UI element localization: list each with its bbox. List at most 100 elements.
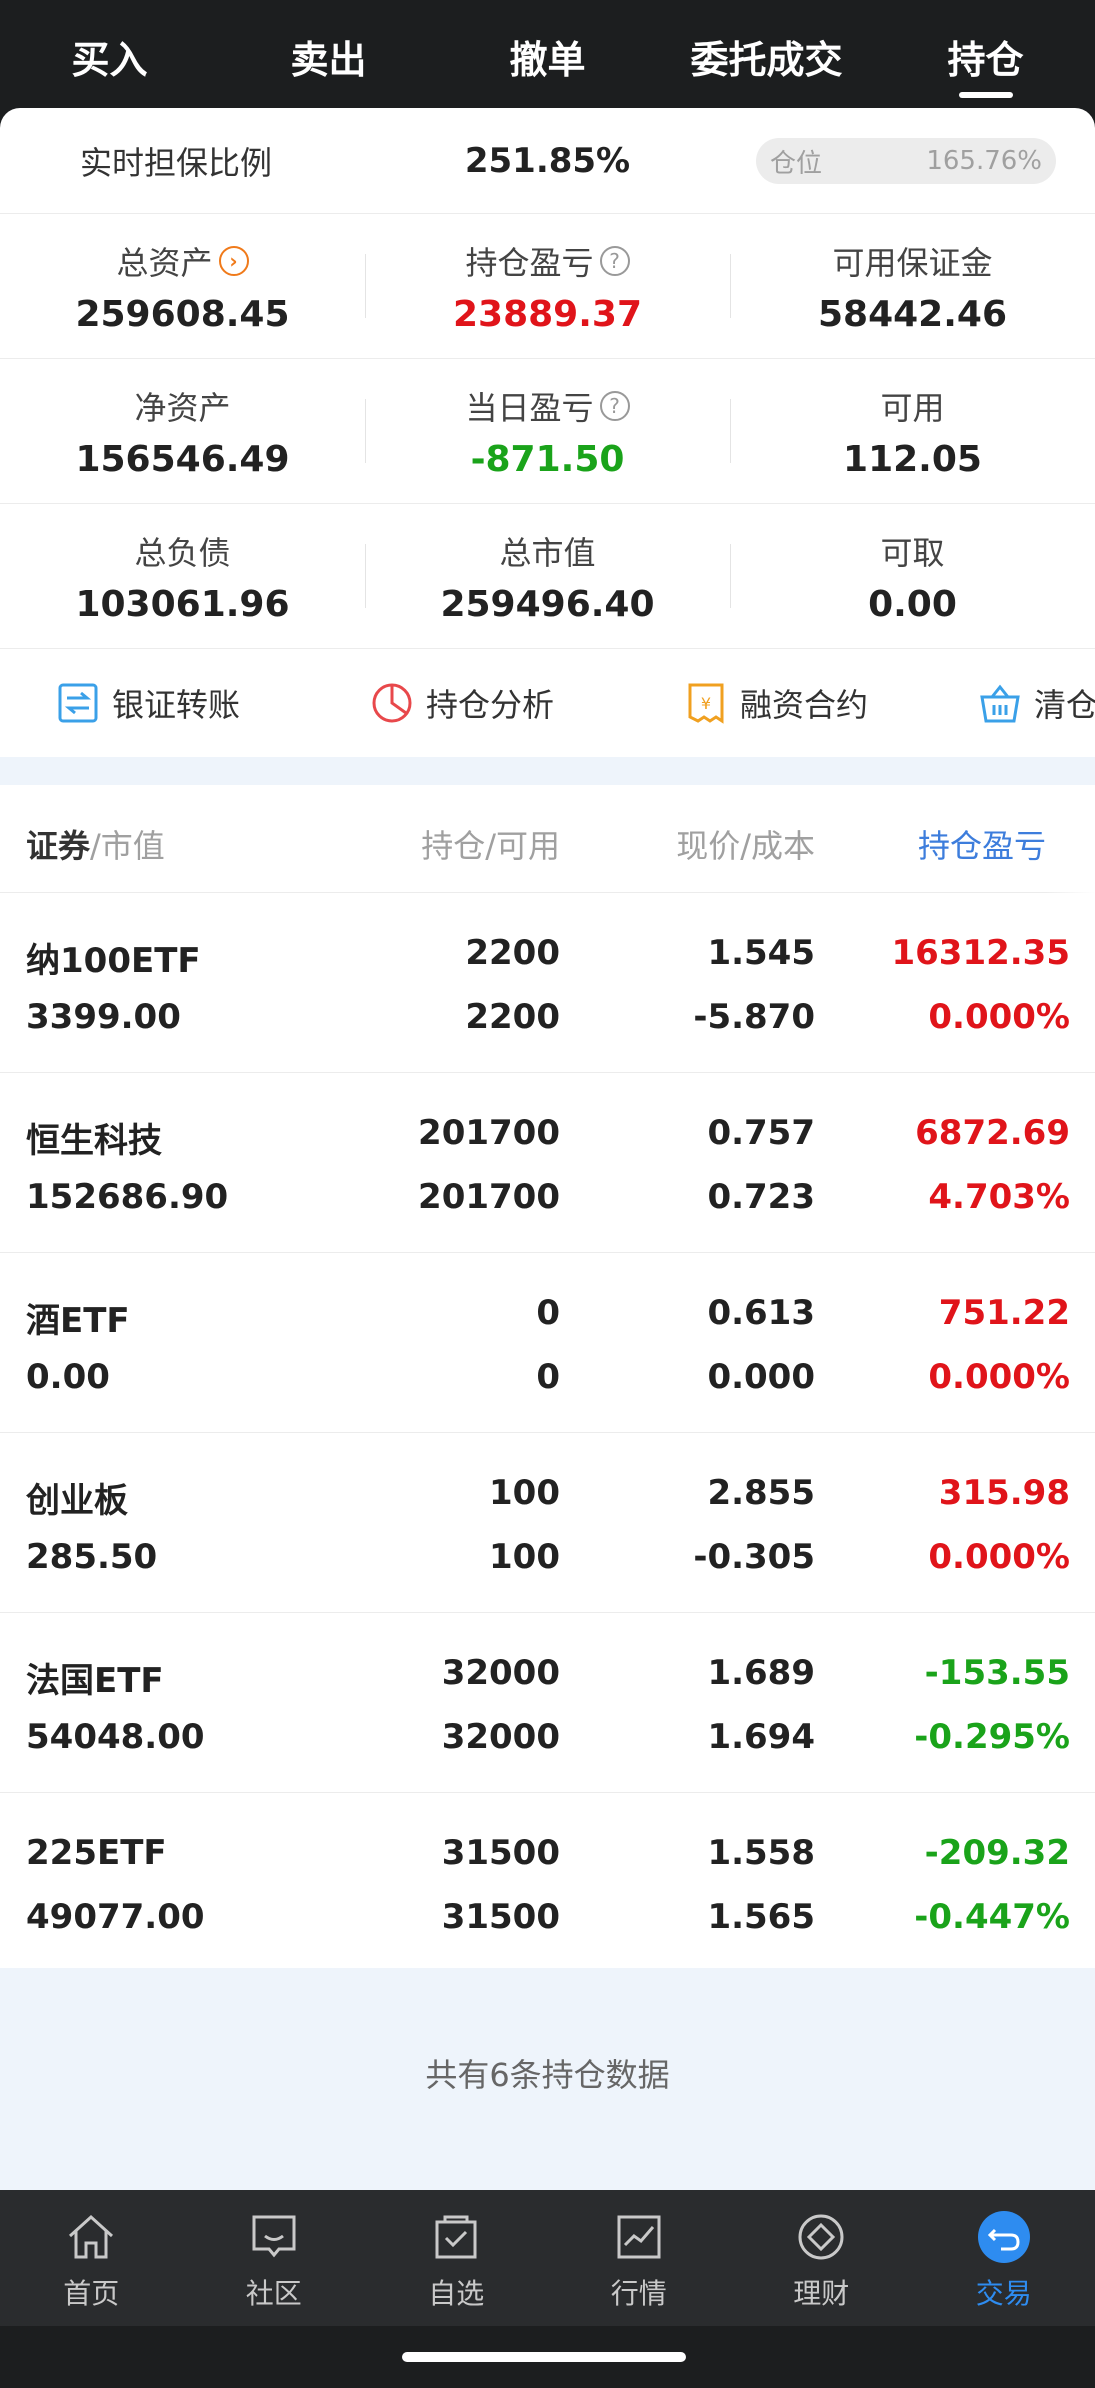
daily-pnl-value: -871.50 [470, 438, 625, 480]
chevron-right-circle-icon[interactable]: › [218, 245, 249, 276]
transfer-icon [58, 683, 98, 723]
holding-qty: 32000 [441, 1653, 560, 1693]
available-margin-cell: 可用保证金 58442.46 [730, 214, 1095, 358]
position-pnl: 315.98 [938, 1473, 1070, 1513]
nav-trade[interactable]: 交易 [913, 2190, 1095, 2326]
total-market-value-cell: 总市值 259496.40 [365, 504, 730, 648]
table-row[interactable]: 创业板 285.50 100 100 2.855 -0.305 315.98 0… [0, 1433, 1095, 1613]
position-pnl-pct: -0.447% [914, 1897, 1070, 1937]
nav-market[interactable]: 行情 [548, 2190, 731, 2326]
available-cash-value: 112.05 [843, 438, 982, 480]
position-ratio-label: 仓位 [770, 148, 823, 179]
quick-actions-bar: 银证转账 持仓分析 ¥ 融资合约 清仓 [0, 649, 1095, 757]
security-name: 酒ETF [26, 1301, 130, 1341]
table-row[interactable]: 酒ETF 0.00 0 0 0.613 0.000 751.22 0.000% [0, 1253, 1095, 1433]
security-name: 法国ETF [26, 1661, 164, 1701]
net-assets-value: 156546.49 [75, 438, 290, 480]
net-assets-cell: 净资产 156546.49 [0, 359, 365, 503]
nav-wealth[interactable]: 理财 [730, 2190, 913, 2326]
nav-community[interactable]: 社区 [183, 2190, 366, 2326]
header-price-cost[interactable]: 现价/成本 [676, 821, 815, 867]
holding-qty: 2200 [465, 933, 560, 973]
nav-home[interactable]: 首页 [0, 2190, 183, 2326]
clear-position-button[interactable]: 清仓 [978, 680, 1095, 726]
security-name: 225ETF [26, 1833, 167, 1873]
available-qty: 100 [489, 1537, 560, 1577]
asset-stats-row: 净资产 156546.49 当日盈亏 ? -871.50 可用 112.05 [0, 359, 1095, 504]
position-pnl-pct: -0.295% [914, 1717, 1070, 1757]
position-pnl: -209.32 [924, 1833, 1070, 1873]
total-assets-label: 总资产 [116, 243, 213, 282]
net-assets-label: 净资产 [134, 388, 231, 427]
table-row[interactable]: 法国ETF 54048.00 32000 32000 1.689 1.694 -… [0, 1613, 1095, 1793]
header-position-pnl[interactable]: 持仓盈亏 [918, 821, 1046, 867]
watchlist-icon [435, 2215, 477, 2259]
position-pnl-pct: 4.703% [928, 1177, 1070, 1217]
market-value: 152686.90 [26, 1177, 229, 1217]
cost-price: 1.694 [707, 1717, 815, 1757]
available-qty: 0 [536, 1357, 560, 1397]
security-name: 恒生科技 [26, 1121, 162, 1161]
current-price: 0.757 [707, 1113, 815, 1153]
available-qty: 32000 [441, 1717, 560, 1757]
position-pnl-label: 持仓盈亏 [465, 243, 594, 282]
daily-pnl-cell: 当日盈亏 ? -871.50 [365, 359, 730, 503]
positions-panel: 实时担保比例 251.85% 仓位 165.76% 总资产 › 259608.4… [0, 108, 1095, 2190]
market-value: 285.50 [26, 1537, 158, 1577]
holding-qty: 100 [489, 1473, 560, 1513]
tab-cancel-order[interactable]: 撤单 [438, 0, 657, 110]
asset-stats-row: 总资产 › 259608.45 持仓盈亏 ? 23889.37 可用保证金 58… [0, 214, 1095, 359]
security-name: 纳100ETF [26, 941, 201, 981]
contract-icon: ¥ [688, 683, 724, 724]
wealth-icon [798, 2214, 844, 2260]
holding-qty: 0 [536, 1293, 560, 1333]
available-qty: 201700 [418, 1177, 560, 1217]
market-value: 3399.00 [26, 997, 181, 1037]
system-home-indicator[interactable] [402, 2352, 686, 2362]
position-pnl-pct: 0.000% [928, 1537, 1070, 1577]
tab-buy[interactable]: 买入 [0, 0, 219, 110]
basket-icon [980, 684, 1020, 723]
header-security-market-value[interactable]: 证券/市值 [26, 821, 165, 867]
holdings-count-note: 共有6条持仓数据 [0, 1968, 1095, 2190]
position-pnl-pct: 0.000% [928, 1357, 1070, 1397]
margin-contract-button[interactable]: ¥ 融资合约 [684, 680, 868, 726]
tab-sell[interactable]: 卖出 [219, 0, 438, 110]
tab-positions[interactable]: 持仓 [876, 0, 1095, 110]
position-pnl: 16312.35 [891, 933, 1070, 973]
header-holding-available[interactable]: 持仓/可用 [421, 821, 560, 867]
help-icon[interactable]: ? [599, 245, 630, 276]
asset-stats-row: 总负债 103061.96 总市值 259496.40 可取 0.00 [0, 504, 1095, 649]
available-cash-cell: 可用 112.05 [730, 359, 1095, 503]
available-margin-label: 可用保证金 [832, 243, 993, 282]
table-row[interactable]: 恒生科技 152686.90 201700 201700 0.757 0.723… [0, 1073, 1095, 1253]
position-pnl: -153.55 [924, 1653, 1070, 1693]
current-price: 1.545 [707, 933, 815, 973]
position-pnl-value: 23889.37 [452, 293, 643, 335]
market-value: 0.00 [26, 1357, 110, 1397]
available-cash-label: 可用 [880, 388, 945, 427]
svg-text:¥: ¥ [701, 694, 711, 713]
clear-position-label: 清仓 [1034, 686, 1095, 724]
bottom-nav: 首页 社区 自选 行情 理财 交易 [0, 2190, 1095, 2326]
nav-watchlist[interactable]: 自选 [365, 2190, 548, 2326]
total-market-value-value: 259496.40 [440, 583, 655, 625]
bank-transfer-button[interactable]: 银证转账 [56, 680, 240, 726]
help-icon[interactable]: ? [599, 390, 630, 421]
holdings-table-header: 证券/市值 持仓/可用 现价/成本 持仓盈亏 [0, 785, 1095, 893]
bank-transfer-label: 银证转账 [112, 686, 241, 724]
available-margin-value: 58442.46 [817, 293, 1008, 335]
table-row[interactable]: 225ETF 49077.00 31500 31500 1.558 1.565 … [0, 1793, 1095, 1973]
position-analysis-label: 持仓分析 [426, 686, 555, 724]
margin-ratio-row: 实时担保比例 251.85% 仓位 165.76% [0, 108, 1095, 214]
section-divider [0, 757, 1095, 785]
available-qty: 2200 [465, 997, 560, 1037]
total-assets-cell[interactable]: 总资产 › 259608.45 [0, 214, 365, 358]
position-pnl-pct: 0.000% [928, 997, 1070, 1037]
tab-orders-trades[interactable]: 委托成交 [657, 0, 876, 110]
security-name: 创业板 [26, 1481, 128, 1521]
community-icon [252, 2215, 296, 2258]
total-market-value-label: 总市值 [499, 533, 596, 572]
position-analysis-button[interactable]: 持仓分析 [370, 680, 554, 726]
table-row[interactable]: 纳100ETF 3399.00 2200 2200 1.545 -5.870 1… [0, 893, 1095, 1073]
